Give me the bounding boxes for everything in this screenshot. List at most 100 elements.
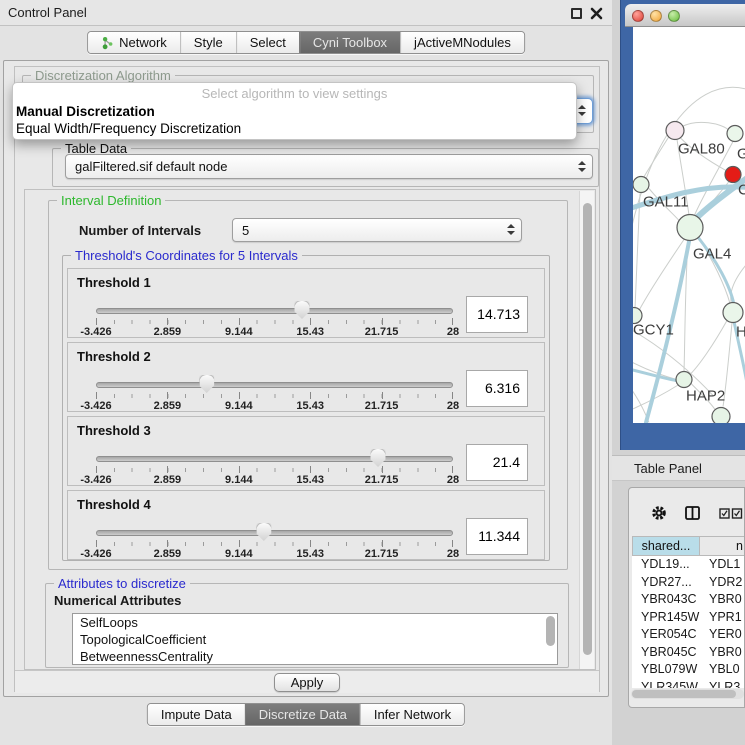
table-row[interactable]: YER054CYER0 — [632, 626, 745, 644]
threshold-4-slider[interactable]: -3.426 2.859 9.144 15.43 21.715 28 — [96, 525, 453, 559]
slider-thumb[interactable] — [371, 449, 386, 467]
cell[interactable]: YBL079W — [632, 661, 700, 679]
node-bottom[interactable] — [712, 408, 730, 424]
list-item[interactable]: BetweennessCentrality — [73, 648, 557, 665]
slider-track[interactable] — [96, 456, 453, 462]
list-item[interactable]: SelfLoops — [73, 614, 557, 631]
threshold-1-value-field[interactable]: 14.713 — [466, 296, 528, 333]
tab-style[interactable]: Style — [180, 32, 236, 53]
cell[interactable]: YLR345W — [632, 679, 700, 689]
node-h[interactable] — [723, 303, 743, 323]
cell[interactable]: YER0 — [700, 626, 745, 644]
slider-track[interactable] — [96, 308, 453, 314]
table-row[interactable]: YBR045CYBR0 — [632, 644, 745, 662]
cell[interactable]: YDL19... — [632, 556, 700, 574]
discretize-panel: Discretization Algorithm Table Data galF… — [14, 66, 600, 692]
table-horizontal-scrollbar-thumb[interactable] — [632, 690, 736, 698]
interval-definition-title: Interval Definition — [57, 192, 165, 209]
settings-viewport: Interval Definition Number of Intervals … — [24, 189, 596, 670]
table-data-combobox[interactable]: galFiltered.sif default node — [65, 154, 593, 179]
checked-checkbox-icon[interactable] — [719, 508, 743, 519]
node-gal80[interactable] — [666, 122, 684, 140]
close-icon[interactable] — [590, 7, 603, 20]
threshold-2-slider[interactable]: -3.426 2.859 9.144 15.43 21.715 28 — [96, 377, 453, 411]
slider-thumb[interactable] — [256, 523, 271, 541]
cell[interactable]: YDR27... — [632, 574, 700, 592]
cell[interactable]: YDL1 — [700, 556, 745, 574]
cell[interactable]: YBL0 — [700, 661, 745, 679]
scale-label: 2.859 — [154, 548, 182, 560]
slider-thumb[interactable] — [199, 375, 214, 393]
cell[interactable]: YPR145W — [632, 609, 700, 627]
cell[interactable]: YBR043C — [632, 591, 700, 609]
cell[interactable]: YBR0 — [700, 591, 745, 609]
threshold-3-slider[interactable]: -3.426 2.859 9.144 15.43 21.715 28 — [96, 451, 453, 485]
major-tick — [239, 318, 240, 325]
node-gal4[interactable] — [677, 215, 703, 241]
node-label: GAL80 — [678, 141, 725, 158]
threshold-4-value-field[interactable]: 11.344 — [466, 518, 528, 555]
tab-impute-data[interactable]: Impute Data — [148, 704, 245, 725]
node-red-selected[interactable] — [725, 167, 741, 183]
apply-button[interactable]: Apply — [274, 673, 340, 692]
tab-jactivemnodules[interactable]: jActiveMNodules — [400, 32, 524, 53]
close-traffic-light-icon[interactable] — [632, 10, 644, 22]
tab-network[interactable]: Network — [88, 32, 180, 53]
slider-ticks — [96, 542, 453, 546]
column-header-shared-name[interactable]: shared... — [632, 536, 700, 556]
cell[interactable]: YDR2 — [700, 574, 745, 592]
tab-cyni-toolbox[interactable]: Cyni Toolbox — [299, 32, 400, 53]
minimize-traffic-light-icon[interactable] — [650, 10, 662, 22]
network-canvas[interactable]: GAL80 G C GAL11 GAL4 GCY1 H HAP2 — [633, 27, 745, 423]
table-row[interactable]: YDR27...YDR2 — [632, 574, 745, 592]
scale-label: -3.426 — [80, 548, 111, 560]
list-scrollbar[interactable] — [546, 616, 555, 646]
table-row[interactable]: YBR043CYBR0 — [632, 591, 745, 609]
major-tick — [382, 318, 383, 325]
cell[interactable]: YBR045C — [632, 644, 700, 662]
network-view-window[interactable]: GAL80 G C GAL11 GAL4 GCY1 H HAP2 — [620, 0, 745, 450]
table-row[interactable]: YDL19...YDL1 — [632, 556, 745, 574]
cell[interactable]: YBR0 — [700, 644, 745, 662]
zoom-traffic-light-icon[interactable] — [668, 10, 680, 22]
tab-infer-network[interactable]: Infer Network — [360, 704, 464, 725]
node-hap2[interactable] — [676, 372, 692, 388]
node-gal11[interactable] — [633, 177, 649, 193]
slider-track[interactable] — [96, 382, 453, 388]
threshold-3-value-field[interactable]: 21.4 — [466, 444, 528, 481]
settings-scrollbar-thumb[interactable] — [583, 203, 592, 655]
cell[interactable]: YPR1 — [700, 609, 745, 627]
table-row[interactable]: YLR345WYLR3 — [632, 679, 745, 689]
number-of-intervals-label: Number of Intervals — [79, 223, 201, 238]
cell[interactable]: YER054C — [632, 626, 700, 644]
cyni-panel: Discretization Algorithm Table Data galF… — [3, 60, 609, 697]
combo-arrows-icon — [578, 161, 585, 173]
table-row[interactable]: YBL079WYBL0 — [632, 661, 745, 679]
interval-definition-group: Interval Definition Number of Intervals … — [48, 200, 568, 570]
scale-label: 9.144 — [225, 400, 253, 412]
table-row[interactable]: YPR145WYPR1 — [632, 609, 745, 627]
network-window-titlebar[interactable] — [625, 4, 745, 27]
settings-gear-icon[interactable] — [651, 505, 667, 521]
tab-discretize-data[interactable]: Discretize Data — [245, 704, 360, 725]
tab-select[interactable]: Select — [236, 32, 299, 53]
numerical-attributes-list[interactable]: SelfLoops TopologicalCoefficient Between… — [72, 613, 558, 665]
settings-scrollbar[interactable] — [579, 191, 594, 670]
float-window-icon[interactable] — [571, 8, 582, 19]
threshold-2-value-field[interactable]: 6.316 — [466, 370, 528, 407]
table-horizontal-scrollbar[interactable] — [631, 689, 744, 699]
major-tick — [167, 540, 168, 547]
list-item[interactable]: TopologicalCoefficient — [73, 631, 557, 648]
scale-label: 9.144 — [225, 474, 253, 486]
threshold-1-slider[interactable]: -3.426 2.859 9.144 15.43 21.715 28 — [96, 303, 453, 337]
number-of-intervals-combobox[interactable]: 5 — [232, 218, 522, 242]
slider-thumb[interactable] — [294, 301, 309, 319]
node-top-right[interactable] — [727, 126, 743, 142]
algorithm-option-manual-discretization[interactable]: Manual Discretization — [16, 104, 155, 119]
slider-track[interactable] — [96, 530, 453, 536]
column-header-name[interactable]: n — [700, 536, 745, 556]
cell[interactable]: YLR3 — [700, 679, 745, 689]
split-columns-icon[interactable] — [685, 506, 700, 520]
scale-label: 21.715 — [365, 548, 399, 560]
algorithm-option-equal-width-frequency[interactable]: Equal Width/Frequency Discretization — [16, 121, 241, 136]
